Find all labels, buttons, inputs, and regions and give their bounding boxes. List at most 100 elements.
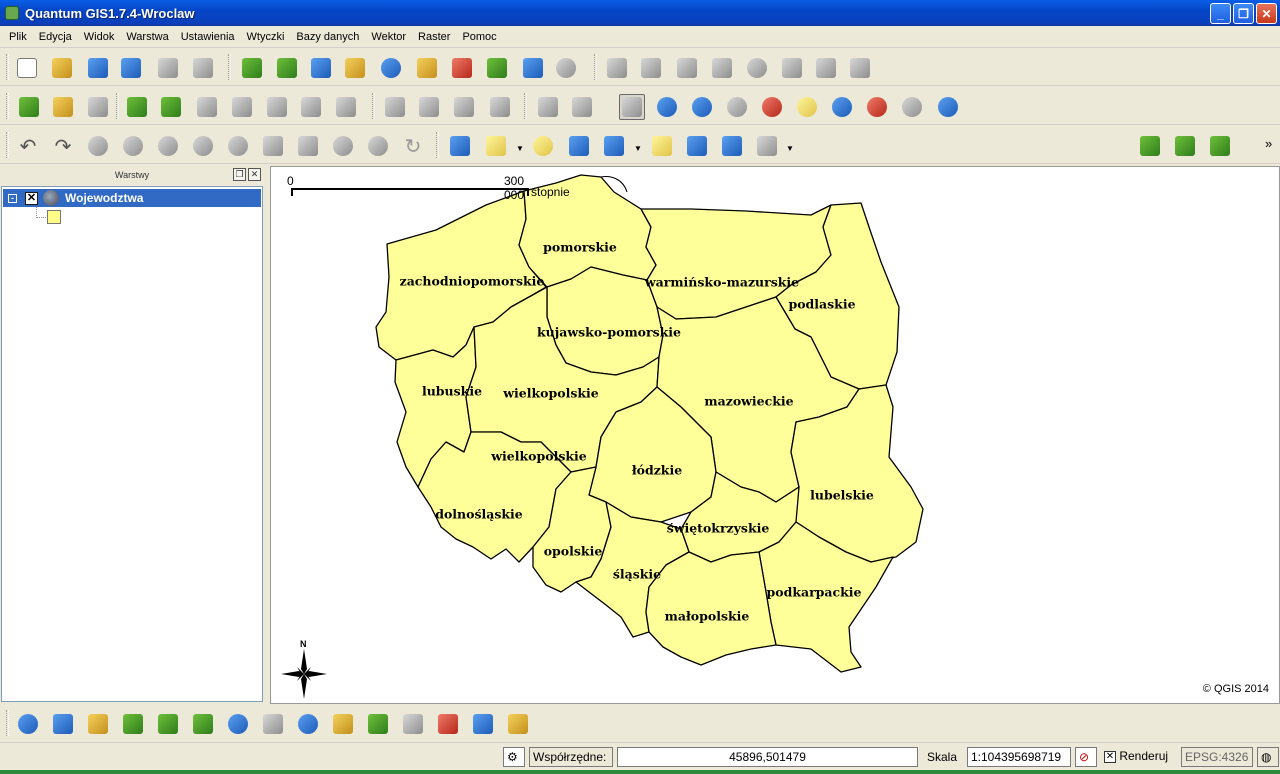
save-as-button[interactable] — [118, 55, 144, 81]
rotate-tool-button[interactable] — [365, 133, 391, 159]
node-tool-button[interactable] — [709, 55, 735, 81]
toolbar-grip[interactable] — [116, 93, 119, 119]
delete-part-button[interactable] — [85, 94, 111, 120]
close-button[interactable]: ✕ — [1256, 3, 1277, 24]
add-wms-layer-button[interactable] — [378, 55, 404, 81]
add-ring-tool-button[interactable] — [120, 133, 146, 159]
remove-layer-button[interactable] — [449, 55, 475, 81]
histogram-plugin-button[interactable] — [260, 711, 286, 737]
render-checkbox[interactable]: ✕ — [1104, 750, 1116, 763]
simplify-button[interactable] — [535, 94, 561, 120]
add-spatialite-layer-button[interactable] — [342, 55, 368, 81]
copy-features-button[interactable] — [813, 55, 839, 81]
toolbar-grip[interactable] — [524, 93, 527, 119]
scale-field[interactable]: 1:104395698719 — [967, 747, 1071, 767]
menu-pomoc[interactable]: Pomoc — [456, 31, 502, 43]
paste-features-button[interactable] — [847, 55, 873, 81]
select-dropdown-arrow-icon[interactable]: ▼ — [516, 144, 524, 153]
toolbar-overflow-icon[interactable]: » — [1265, 136, 1272, 151]
menu-edycja[interactable]: Edycja — [33, 31, 78, 43]
add-delimited-text-button[interactable] — [520, 55, 546, 81]
maximize-button[interactable]: ❐ — [1233, 3, 1254, 24]
cut-features-button[interactable] — [779, 55, 805, 81]
add-vector-layer-button[interactable] — [239, 55, 265, 81]
delete-part-tool-button[interactable] — [225, 133, 251, 159]
north-arrow-plugin-button[interactable] — [295, 711, 321, 737]
menu-warstwa[interactable]: Warstwa — [120, 31, 174, 43]
save-project-button[interactable] — [85, 55, 111, 81]
select-button[interactable] — [483, 133, 509, 159]
simplify-feature-button[interactable] — [85, 133, 111, 159]
zoom-to-selection-button[interactable] — [794, 94, 820, 120]
messages-toggle-button[interactable]: ⚙ — [503, 747, 525, 767]
close-panel-icon[interactable]: ✕ — [248, 168, 261, 181]
change-label-button[interactable] — [487, 94, 513, 120]
reshape-tool-button[interactable] — [260, 133, 286, 159]
merge-attributes-button[interactable] — [333, 94, 359, 120]
menu-bazy-danych[interactable]: Bazy danych — [290, 31, 365, 43]
new-layer-plugin-button[interactable] — [1137, 133, 1163, 159]
delete-selected-button[interactable] — [744, 55, 770, 81]
redo-button[interactable]: ↷ — [50, 133, 76, 159]
print-composer-button[interactable] — [155, 55, 181, 81]
toolbar-grip[interactable] — [372, 93, 375, 119]
show-bookmarks-button[interactable] — [719, 133, 745, 159]
undock-icon[interactable]: ❐ — [233, 168, 246, 181]
rotate-label-button[interactable] — [451, 94, 477, 120]
deselect-button[interactable] — [530, 133, 556, 159]
save-edits-button[interactable] — [638, 55, 664, 81]
menu-wtyczki[interactable]: Wtyczki — [241, 31, 291, 43]
wfs-plugin-button[interactable] — [155, 711, 181, 737]
zoom-actual-button[interactable] — [724, 94, 750, 120]
add-star-feature-button[interactable] — [50, 94, 76, 120]
add-wfs-layer-button[interactable] — [484, 55, 510, 81]
merge-features-button[interactable] — [298, 94, 324, 120]
menu-widok[interactable]: Widok — [78, 31, 121, 43]
minimize-button[interactable]: _ — [1210, 3, 1231, 24]
crs-status-button[interactable]: EPSG:4326 — [1181, 747, 1253, 767]
interpolation-plugin-button[interactable] — [330, 711, 356, 737]
layer-visibility-checkbox[interactable]: ✕ — [25, 191, 38, 205]
add-feature-button[interactable] — [16, 94, 42, 120]
toolbar-grip[interactable] — [6, 710, 9, 736]
spit-plugin-button[interactable] — [365, 711, 391, 737]
georeferencer-plugin-button[interactable] — [190, 711, 216, 737]
print-button[interactable] — [190, 55, 216, 81]
add-part-button[interactable] — [155, 133, 181, 159]
stop-render-button[interactable]: ⊘ — [1075, 747, 1097, 767]
coordinates-field[interactable]: 45896,501479 — [617, 747, 918, 767]
merge-tool-button[interactable] — [330, 133, 356, 159]
attribute-table-button[interactable] — [566, 133, 592, 159]
new-bookmark-button[interactable] — [684, 133, 710, 159]
move-feature-button[interactable] — [674, 55, 700, 81]
redo-history-button[interactable]: ↻ — [400, 133, 426, 159]
menu-plik[interactable]: Plik — [3, 31, 33, 43]
zoom-in-button[interactable] — [654, 94, 680, 120]
zoom-out-button[interactable] — [689, 94, 715, 120]
pan-button[interactable] — [619, 94, 645, 120]
menu-ustawienia[interactable]: Ustawienia — [175, 31, 241, 43]
new-shapefile-button[interactable] — [414, 55, 440, 81]
menu-raster[interactable]: Raster — [412, 31, 456, 43]
layer-info-button[interactable] — [1172, 133, 1198, 159]
zoom-full-button[interactable] — [759, 94, 785, 120]
undo-button[interactable]: ↶ — [15, 133, 41, 159]
refresh-button[interactable] — [935, 94, 961, 120]
zoom-to-layer-button[interactable] — [829, 94, 855, 120]
toolbar-grip[interactable] — [6, 54, 9, 80]
new-project-button[interactable] — [14, 55, 40, 81]
identify-button[interactable] — [447, 133, 473, 159]
layer-item-wojewodztwa[interactable]: - ✕ Wojewodztwa — [3, 189, 261, 207]
toolbar-grip[interactable] — [6, 132, 9, 158]
copyright-label-plugin-button[interactable] — [15, 711, 41, 737]
collapse-icon[interactable]: - — [8, 193, 17, 203]
road-graph-plugin-button[interactable] — [400, 711, 426, 737]
toolbar-grip[interactable] — [6, 93, 9, 119]
toggle-editing-button[interactable] — [604, 55, 630, 81]
menu-wektor[interactable]: Wektor — [365, 31, 412, 43]
split-features-button[interactable] — [264, 94, 290, 120]
measure-dropdown-arrow-icon[interactable]: ▼ — [634, 144, 642, 153]
measure-button[interactable] — [601, 133, 627, 159]
scale-bar-plugin-button[interactable] — [50, 711, 76, 737]
add-island-button[interactable] — [158, 94, 184, 120]
